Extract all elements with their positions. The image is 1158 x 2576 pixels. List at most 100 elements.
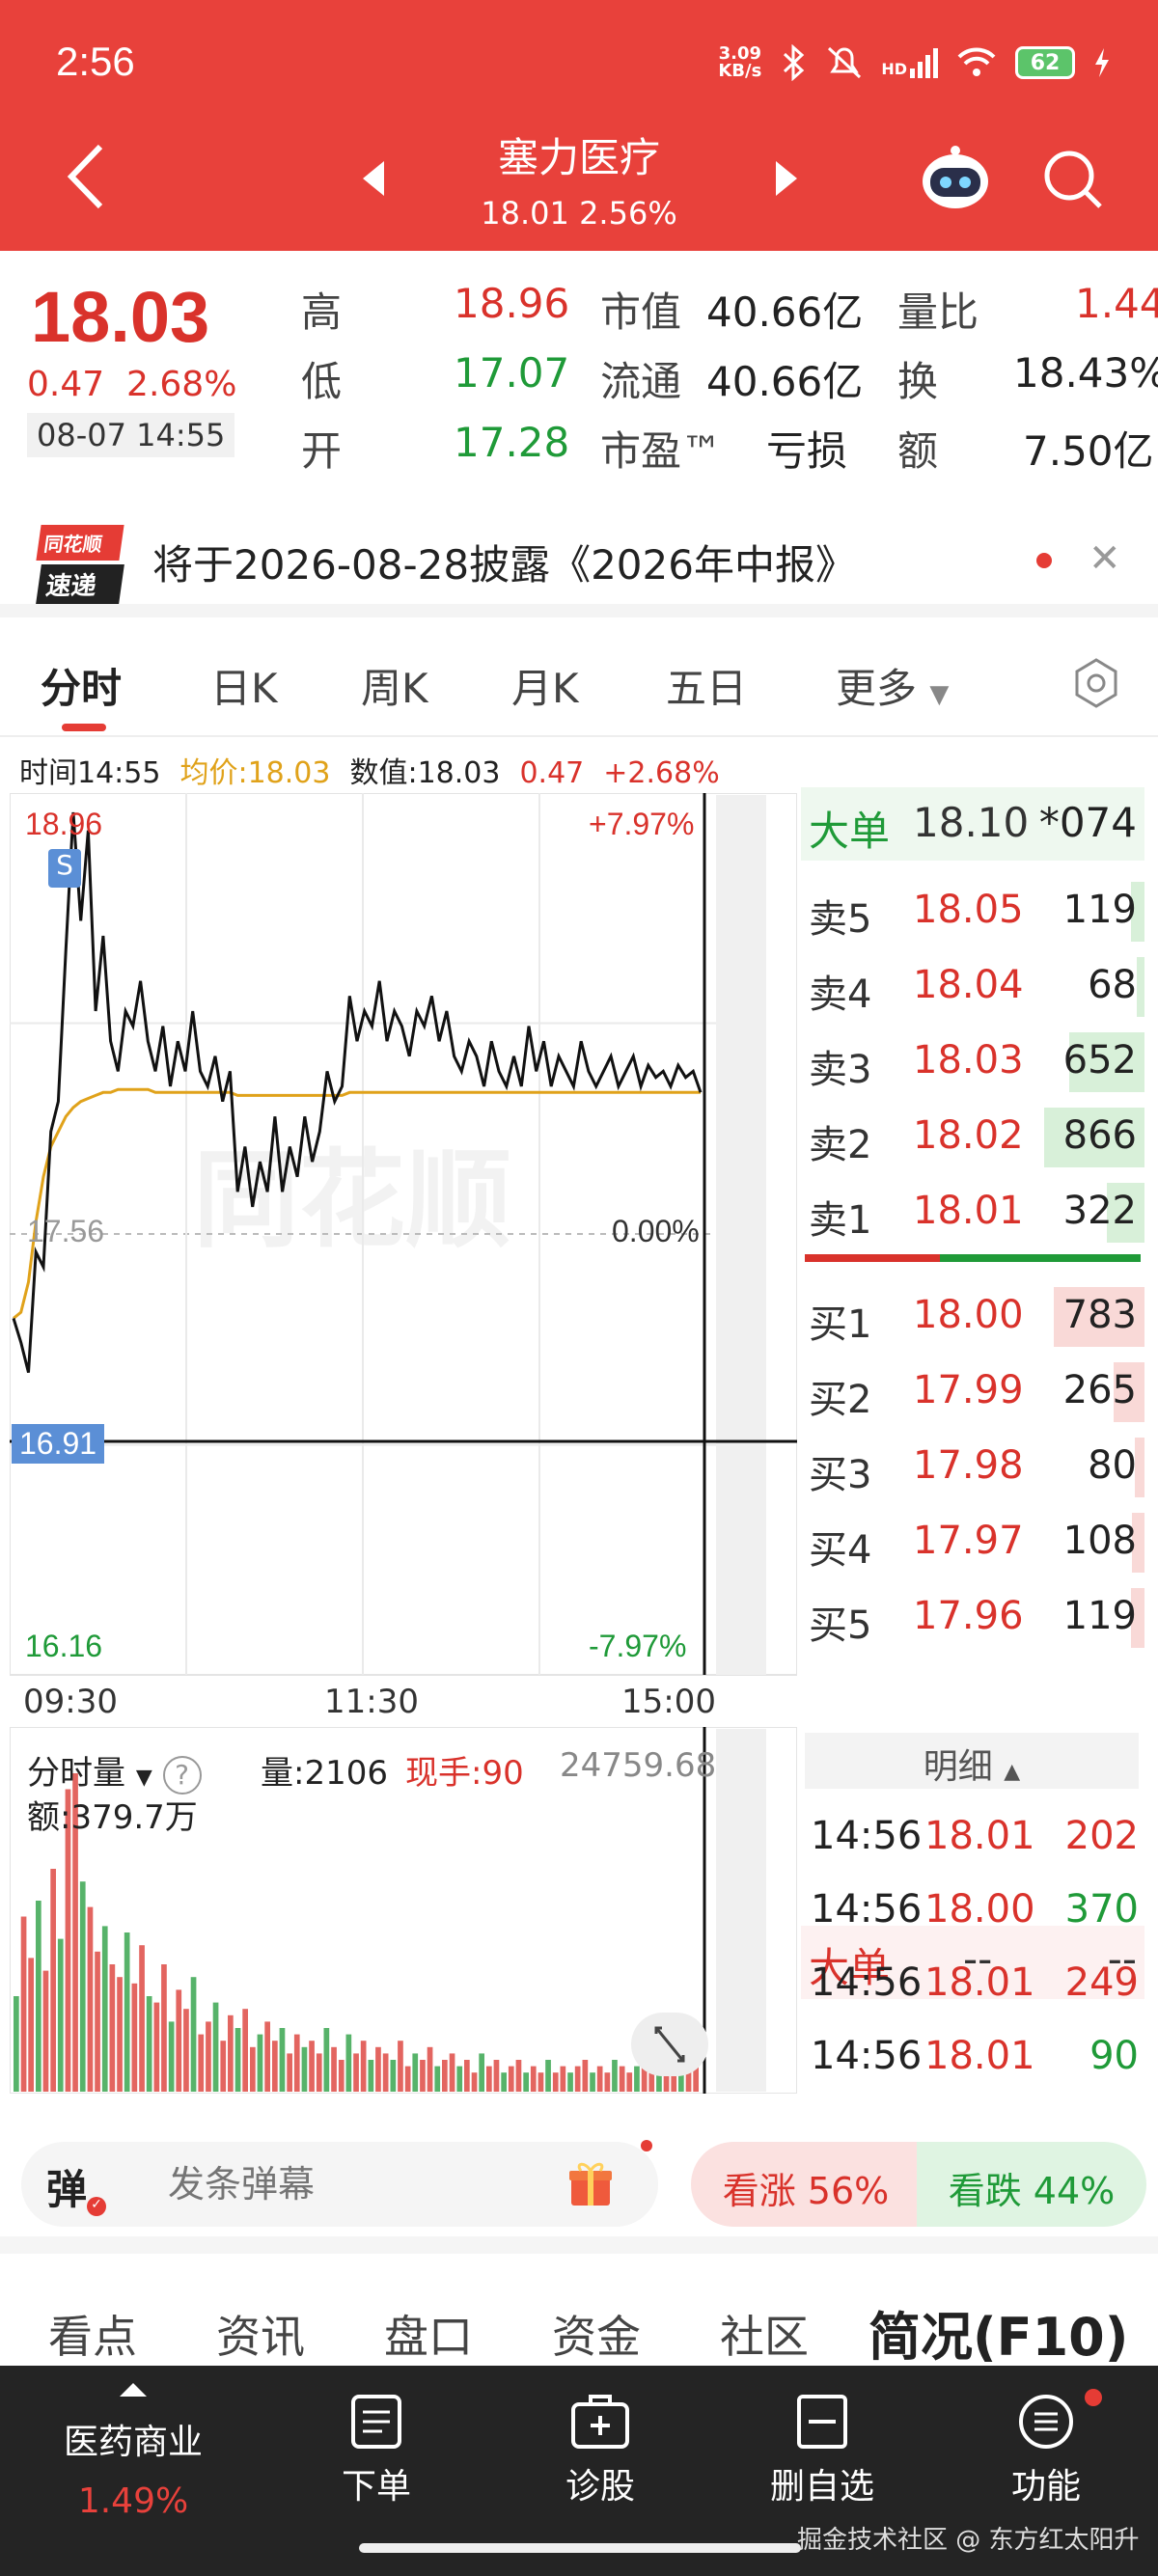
- float-value: 40.66亿: [706, 358, 864, 405]
- gift-dot: [641, 2140, 652, 2151]
- tab-weekly-k[interactable]: 周K: [361, 656, 428, 715]
- volume-bar: [560, 2066, 566, 2092]
- volume-bar: [360, 2041, 367, 2092]
- volume-depth-bar: [1137, 957, 1144, 1017]
- volume-bar: [456, 2066, 463, 2092]
- home-indicator[interactable]: [359, 2543, 801, 2553]
- volume-bar: [183, 2009, 189, 2092]
- tab-daily-k[interactable]: 日K: [210, 656, 278, 715]
- mute-icon: [828, 46, 862, 79]
- assistant-robot-icon[interactable]: [917, 143, 994, 210]
- volume-bar: [279, 2028, 286, 2092]
- tab-f10[interactable]: 简况(F10): [868, 2294, 1128, 2370]
- nav-functions[interactable]: 功能: [950, 2393, 1143, 2508]
- volume-bar: [101, 1926, 108, 2092]
- amount-value: 7.50亿: [1023, 427, 1154, 475]
- ask-row[interactable]: 卖1 18.01 322: [801, 1175, 1144, 1247]
- order-icon: [351, 2395, 401, 2449]
- bid-row[interactable]: 买2 17.99 265: [801, 1355, 1144, 1426]
- ask-label: 卖4: [809, 973, 872, 1017]
- ask-row[interactable]: 卖4 18.04 68: [801, 949, 1144, 1021]
- help-icon[interactable]: ?: [162, 1756, 202, 1795]
- tab-community[interactable]: 社区: [720, 2302, 809, 2366]
- tab-news[interactable]: 资讯: [216, 2302, 305, 2366]
- ask-label: 卖5: [809, 897, 872, 942]
- expand-button[interactable]: [631, 2013, 708, 2076]
- bid-row[interactable]: 买4 17.97 108: [801, 1505, 1144, 1576]
- bid-volume: 108: [1062, 1519, 1137, 1563]
- nav-order[interactable]: 下单: [280, 2393, 473, 2508]
- ask-row[interactable]: 卖3 18.03 652: [801, 1025, 1144, 1096]
- volume-bar: [427, 2046, 433, 2092]
- volume-bar: [14, 1996, 19, 2092]
- volume-bar: [582, 2060, 589, 2092]
- bid-row[interactable]: 买5 17.96 119: [801, 1580, 1144, 1652]
- detail-header[interactable]: 明细 ▲: [805, 1733, 1139, 1789]
- volume-bar: [79, 1881, 86, 2092]
- volume-bar: [596, 2066, 603, 2092]
- caret-down-icon: ▼: [135, 1766, 152, 1790]
- axis-top-pct: +7.97%: [589, 807, 695, 841]
- volume-bar: [442, 2060, 448, 2092]
- volume-bar: [604, 2072, 611, 2092]
- notice-banner[interactable]: 同花顺 速递 将于2026-08-28披露《2026年中报》: [0, 492, 1158, 617]
- tab-five-day[interactable]: 五日: [666, 656, 747, 715]
- tab-more[interactable]: 更多 ▼: [836, 656, 949, 715]
- settings-icon[interactable]: [1069, 656, 1123, 710]
- industry-sector[interactable]: 医药商业 1.49%: [46, 2414, 220, 2521]
- ask-volume: 866: [1062, 1113, 1137, 1158]
- volume-bar: [382, 2053, 389, 2092]
- tab-handicap[interactable]: 盘口: [384, 2302, 473, 2366]
- tab-intraday[interactable]: 分时: [41, 656, 122, 715]
- bluetooth-icon: [784, 44, 805, 81]
- trade-price: 18.01: [924, 1960, 1035, 2005]
- search-icon[interactable]: [1040, 147, 1104, 210]
- ask-price: 18.03: [913, 1038, 1024, 1082]
- tab-monthly-k[interactable]: 月K: [511, 656, 579, 715]
- volume-bar: [471, 2072, 478, 2092]
- bid-label: 买1: [809, 1302, 872, 1347]
- volume-bar: [293, 2034, 300, 2092]
- tab-highlights[interactable]: 看点: [48, 2302, 137, 2366]
- ask-row[interactable]: 卖2 18.02 866: [801, 1100, 1144, 1171]
- crosshair-info: 时间14:55 均价:18.03 数值:18.03 0.47 +2.68%: [19, 756, 720, 790]
- volume-bar: [375, 2046, 381, 2092]
- close-icon[interactable]: ✕: [1089, 536, 1121, 581]
- current-hand: 现手:90: [405, 1754, 524, 1793]
- ask-price: 18.01: [913, 1189, 1024, 1233]
- volume-bar: [434, 2066, 441, 2092]
- bullish-vote-button[interactable]: 看涨 56%: [691, 2142, 921, 2227]
- quote-datetime: 08-07 14:55: [27, 413, 235, 457]
- volume-selector[interactable]: 分时量 ▼ ?: [27, 1746, 202, 1795]
- trade-volume: 202: [1064, 1814, 1139, 1858]
- volume-bar: [301, 2046, 308, 2092]
- sell-marker[interactable]: S: [48, 849, 81, 888]
- caret-up-icon: ▲: [1004, 1760, 1021, 1784]
- low-label: 低: [301, 358, 343, 405]
- bid-row[interactable]: 买3 17.98 80: [801, 1430, 1144, 1501]
- trade-volume: 90: [1089, 2034, 1139, 2078]
- danmaku-toggle[interactable]: 弹 ✓: [46, 2157, 107, 2216]
- tab-funds[interactable]: 资金: [552, 2302, 641, 2366]
- nav-diagnose[interactable]: 诊股: [504, 2393, 697, 2508]
- gift-icon[interactable]: [567, 2159, 614, 2207]
- nav-remove-watchlist[interactable]: 删自选: [726, 2393, 919, 2508]
- chart-future-area: [716, 795, 766, 1675]
- current-price: 18.03: [31, 277, 210, 357]
- volume-bar: [590, 2072, 595, 2092]
- open-label: 开: [301, 427, 343, 475]
- bid-price: 17.99: [913, 1368, 1024, 1412]
- bid-ask-ratio-bar: [805, 1254, 1141, 1262]
- bid-volume: 80: [1088, 1443, 1137, 1488]
- bid-label: 买2: [809, 1378, 872, 1422]
- ask-label: 卖2: [809, 1123, 872, 1167]
- bid-label: 买3: [809, 1453, 872, 1497]
- big-order-row[interactable]: 大单 18.10 *074: [801, 787, 1144, 861]
- bid-price: 17.96: [913, 1594, 1024, 1638]
- bid-row[interactable]: 买1 18.00 783: [801, 1279, 1144, 1351]
- ask-row[interactable]: 卖5 18.05 119: [801, 874, 1144, 945]
- volume-bar: [390, 2060, 397, 2092]
- bearish-vote-button[interactable]: 看跌 44%: [917, 2142, 1146, 2227]
- volume-bar: [515, 2060, 522, 2092]
- volume-bar: [146, 1996, 152, 2092]
